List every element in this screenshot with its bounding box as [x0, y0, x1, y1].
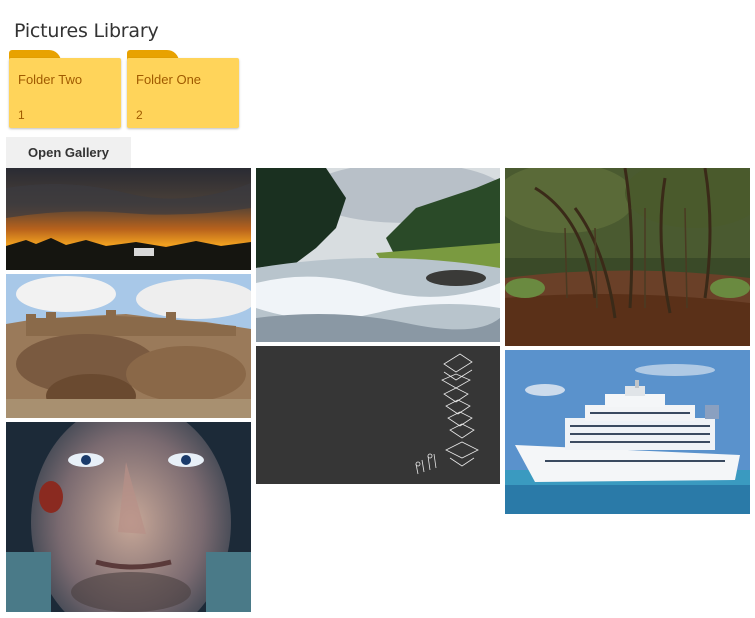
photo-sunset[interactable] [6, 168, 251, 270]
folder-item-count: 1 [18, 108, 25, 122]
pictures-library-page: Pictures Library Folder Two 1 Folder One… [0, 0, 755, 618]
sunset-image [6, 168, 251, 270]
photo-river[interactable] [256, 168, 500, 342]
folder-name: Folder Two [18, 72, 83, 87]
river-image [256, 168, 500, 342]
photo-cruise-ship[interactable] [505, 350, 750, 514]
folder-icon [9, 58, 121, 128]
photo-fort[interactable] [6, 274, 251, 418]
folder-icon [127, 58, 239, 128]
portrait-image [6, 422, 251, 612]
page-title: Pictures Library [14, 20, 159, 42]
folder-tile-folder-two[interactable]: Folder Two 1 [9, 50, 121, 128]
photo-banyan-tree[interactable] [505, 168, 750, 346]
exploded-drawing-image [256, 346, 500, 484]
banyan-tree-image [505, 168, 750, 346]
folder-name: Folder One [136, 72, 202, 87]
open-gallery-button[interactable]: Open Gallery [6, 137, 131, 168]
folder-item-count: 2 [136, 108, 143, 122]
cruise-ship-image [505, 350, 750, 514]
folder-tile-folder-one[interactable]: Folder One 2 [127, 50, 239, 128]
photo-exploded-drawing[interactable] [256, 346, 500, 484]
fort-image [6, 274, 251, 418]
photo-portrait[interactable] [6, 422, 251, 612]
